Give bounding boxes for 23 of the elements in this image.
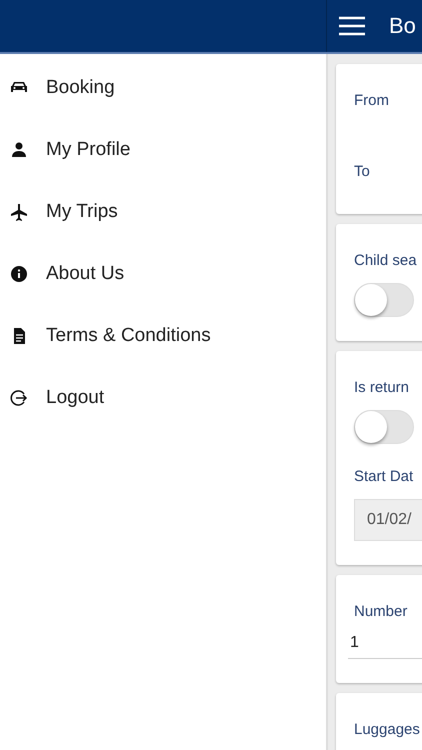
field-label: Number <box>354 603 408 620</box>
field-label: Start Dat <box>354 468 414 485</box>
date-field[interactable]: 01/02/ <box>354 499 422 541</box>
number-field[interactable]: 1 <box>348 634 422 659</box>
info-icon <box>10 265 28 283</box>
menu-item[interactable]: My Profile <box>0 119 326 181</box>
field-label: Is return <box>354 379 410 396</box>
person-icon <box>10 141 28 159</box>
menu-item[interactable]: Logout <box>0 367 326 429</box>
menu-item[interactable]: About Us <box>0 243 326 305</box>
logout-icon <box>10 389 28 407</box>
menu-icon[interactable] <box>339 16 365 36</box>
toggle-switch[interactable] <box>354 283 414 317</box>
menu-item[interactable]: My Trips <box>0 181 326 243</box>
toggle-switch[interactable] <box>354 410 414 444</box>
menu-item[interactable]: Booking <box>0 57 326 119</box>
field-label: Child sea <box>354 252 418 269</box>
field-label: From <box>354 92 390 109</box>
menu-item[interactable]: Terms & Conditions <box>0 305 326 367</box>
field-label: Luggages <box>354 721 421 738</box>
plane-icon <box>10 203 28 221</box>
field-label: To <box>354 163 371 180</box>
page-title: Bo <box>389 13 416 39</box>
